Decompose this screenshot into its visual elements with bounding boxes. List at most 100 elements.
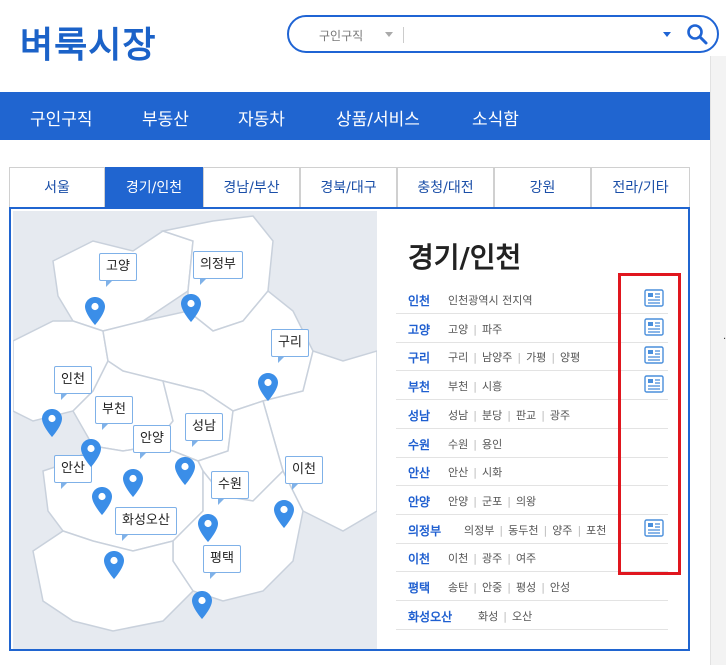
region-row-name[interactable]: 안양 (408, 493, 430, 510)
region-row-name[interactable]: 고양 (408, 321, 430, 338)
town-link[interactable]: 남양주 (482, 351, 512, 364)
town-link[interactable]: 판교 (516, 409, 536, 422)
nav-realestate[interactable]: 부동산 (142, 105, 189, 130)
tab-jeolla-etc[interactable]: 전라/기타 (591, 167, 690, 207)
tab-gyeongbuk-daegu[interactable]: 경북/대구 (300, 167, 397, 207)
region-row-name[interactable]: 인천 (408, 292, 430, 309)
region-row-name[interactable]: 구리 (408, 349, 430, 366)
map-label-pyeongtaek[interactable]: 평택 (203, 545, 241, 579)
town-link[interactable]: 평성 (516, 581, 536, 594)
map-pin-icon[interactable] (104, 551, 124, 579)
region-row-name[interactable]: 이천 (408, 550, 430, 567)
town-link[interactable]: 수원 (448, 438, 468, 451)
nav-news[interactable]: 소식함 (472, 105, 519, 130)
region-row-name[interactable]: 부천 (408, 378, 430, 395)
town-link[interactable]: 구리 (448, 351, 468, 364)
map-label-goyang[interactable]: 고양 (99, 253, 137, 287)
town-link[interactable]: 안성 (550, 581, 570, 594)
town-link[interactable]: 동두천 (508, 524, 538, 537)
town-link[interactable]: 군포 (482, 495, 502, 508)
town-link[interactable]: 안산 (448, 466, 468, 479)
map-pin-icon[interactable] (81, 439, 101, 467)
search-icon[interactable] (685, 22, 709, 46)
tab-gangwon[interactable]: 강원 (494, 167, 591, 207)
map-label-bucheon[interactable]: 부천 (95, 396, 133, 430)
town-link[interactable]: 양주 (552, 524, 572, 537)
town-separator: | (473, 466, 477, 480)
town-link[interactable]: 성남 (448, 409, 468, 422)
map-pin-icon[interactable] (92, 487, 112, 515)
map-label-suwon[interactable]: 수원 (211, 471, 249, 505)
region-row-towns: 송탄 | 안중 | 평성 | 안성 (448, 579, 570, 595)
nav-jobs[interactable]: 구인구직 (30, 105, 93, 130)
town-link[interactable]: 양평 (560, 351, 580, 364)
town-link[interactable]: 분당 (482, 409, 502, 422)
map-pin-icon[interactable] (175, 457, 195, 485)
tab-seoul[interactable]: 서울 (9, 167, 105, 207)
nav-cars[interactable]: 자동차 (238, 105, 285, 130)
town-link[interactable]: 오산 (512, 610, 532, 623)
town-link[interactable]: 이천 (448, 552, 468, 565)
town-separator: | (503, 609, 507, 623)
map-label-icheon[interactable]: 이천 (285, 456, 323, 490)
region-row-name[interactable]: 화성오산 (408, 608, 452, 625)
map-pin-icon[interactable] (198, 514, 218, 542)
town-link[interactable]: 안중 (482, 581, 502, 594)
tab-chungcheong-daejeon[interactable]: 충청/대전 (397, 167, 494, 207)
town-separator: | (507, 581, 511, 594)
town-link[interactable]: 광주 (550, 409, 570, 422)
search-category-select[interactable]: 구인구직 (319, 27, 363, 44)
map-label-seongnam[interactable]: 성남 (185, 413, 223, 447)
town-link[interactable]: 광주 (482, 552, 502, 565)
town-link[interactable]: 고양 (448, 323, 468, 336)
town-link[interactable]: 여주 (516, 552, 536, 565)
map-pin-icon[interactable] (274, 500, 294, 528)
map-label-incheon[interactable]: 인천 (54, 366, 92, 400)
region-row-name[interactable]: 수원 (408, 436, 430, 453)
town-link[interactable]: 시화 (482, 466, 502, 479)
region-row[interactable]: 화성오산 화성 | 오산 (396, 601, 668, 630)
town-link[interactable]: 의왕 (516, 495, 536, 508)
region-row-name[interactable]: 안산 (408, 464, 430, 481)
map-pin-icon[interactable] (192, 591, 212, 619)
nav-goods-services[interactable]: 상품/서비스 (336, 105, 420, 130)
town-link[interactable]: 가평 (526, 351, 546, 364)
town-separator: | (473, 380, 477, 394)
town-link[interactable]: 의정부 (464, 524, 494, 537)
map-pin-icon[interactable] (181, 294, 201, 322)
map-label-guri[interactable]: 구리 (271, 329, 309, 363)
tab-gyeonggi-incheon[interactable]: 경기/인천 (105, 167, 203, 207)
region-row-name[interactable]: 평택 (408, 579, 430, 596)
region-row[interactable]: 평택 송탄 | 안중 | 평성 | 안성 (396, 572, 668, 601)
town-separator: | (473, 494, 477, 508)
town-link[interactable]: 포천 (586, 524, 606, 537)
region-row-name[interactable]: 성남 (408, 407, 430, 424)
search-dropdown-icon[interactable] (663, 32, 671, 37)
region-row-name[interactable]: 의정부 (408, 522, 441, 539)
page-scrollbar[interactable]: · (710, 56, 726, 665)
town-separator: | (517, 351, 522, 365)
town-link[interactable]: 시흥 (482, 380, 502, 393)
tab-gyeongnam-busan[interactable]: 경남/부산 (203, 167, 300, 207)
map-pin-icon[interactable] (123, 469, 143, 497)
town-link[interactable]: 부천 (448, 380, 468, 393)
region-map: 고양 의정부 구리 인천 부천 안양 성남 안산 수원 이천 화성오산 평택 (13, 211, 377, 649)
town-separator: | (473, 408, 477, 422)
town-link[interactable]: 안양 (448, 495, 468, 508)
map-label-hwaseong-osan[interactable]: 화성오산 (115, 507, 177, 541)
site-logo[interactable]: 벼룩시장 (20, 16, 156, 68)
map-pin-icon[interactable] (258, 373, 278, 401)
town-link[interactable]: 화성 (478, 610, 498, 623)
region-row-towns: 부천 | 시흥 (448, 378, 502, 394)
town-link[interactable]: 송탄 (448, 581, 468, 594)
map-pin-icon[interactable] (42, 409, 62, 437)
town-separator: | (473, 322, 477, 336)
town-link[interactable]: 파주 (482, 323, 502, 336)
town-link[interactable]: 용인 (482, 438, 502, 451)
map-pin-icon[interactable] (85, 297, 105, 325)
map-label-uijeongbu[interactable]: 의정부 (193, 251, 243, 285)
category-dropdown-icon[interactable] (385, 32, 393, 37)
town-separator: | (507, 408, 511, 422)
town-link[interactable]: 인천광역시 전지역 (448, 294, 532, 307)
map-label-anyang[interactable]: 안양 (133, 425, 171, 459)
